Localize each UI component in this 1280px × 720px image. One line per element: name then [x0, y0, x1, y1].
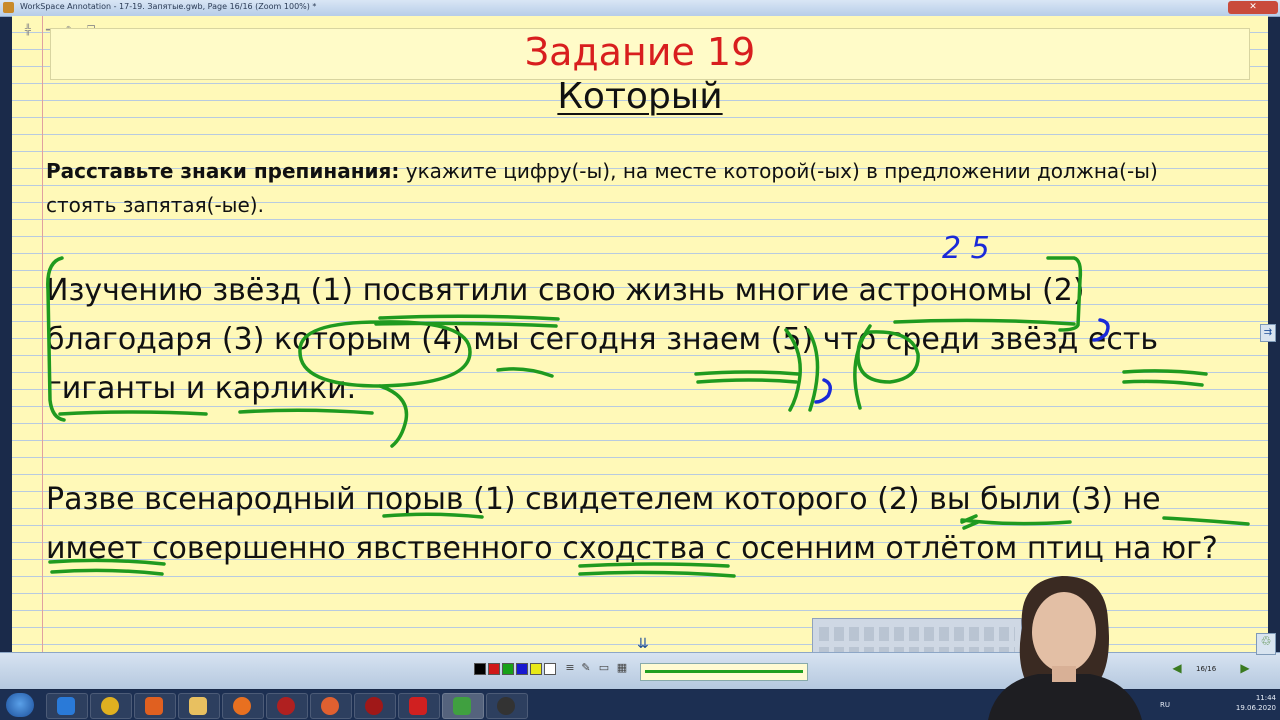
sentence-1-part: сегодня	[519, 322, 667, 357]
sentence-1-part: среди звёзд	[876, 322, 1088, 357]
grid-icon[interactable]: ▦	[616, 661, 628, 675]
taskbar-app-red-1[interactable]	[266, 693, 308, 719]
taskbar-app-firefox[interactable]	[222, 693, 264, 719]
clock-time: 11:44	[1255, 694, 1276, 702]
clock-date: 19.06.2020	[1235, 704, 1276, 712]
language-indicator[interactable]: RU	[1160, 701, 1170, 709]
taskbar-app-obs[interactable]	[486, 693, 528, 719]
sentence-1-part: (5)	[761, 322, 823, 357]
word-ne: не	[1122, 482, 1161, 517]
color-blue[interactable]	[516, 663, 528, 675]
line-width-icon[interactable]: ≡	[564, 661, 576, 675]
sentence-1-part: (4)	[411, 322, 474, 357]
expand-panel-icon[interactable]: ⇉	[1260, 324, 1276, 342]
task-title: Задание 19	[524, 30, 756, 74]
word-poryv: порыв	[365, 482, 464, 517]
word-est: есть	[1087, 322, 1159, 357]
pen-icon[interactable]: ✎	[580, 661, 592, 675]
color-red[interactable]	[488, 663, 500, 675]
presenter-neck	[1052, 666, 1076, 682]
sentence-2-part: совершенно явственного	[142, 531, 563, 566]
word-karliki: карлики	[214, 371, 347, 406]
close-button[interactable]: ✕	[1228, 1, 1278, 14]
sentence-1: Изучению звёзд (1) посвятили свою жизнь …	[46, 266, 1226, 413]
trash-icon[interactable]: ♲	[1256, 633, 1276, 655]
instruction-text: Расставьте знаки препинания: укажите циф…	[46, 154, 1166, 222]
window-title-bar: WorkSpace Annotation - 17-19. Запятые.gw…	[0, 0, 1280, 17]
word-imeet: имеет	[46, 531, 143, 566]
word-kotorym: которым	[273, 322, 412, 357]
sentence-2: Разве всенародный порыв (1) свидетелем к…	[46, 475, 1226, 573]
sentence-1-part: свою жизнь многие	[528, 273, 859, 308]
color-black[interactable]	[474, 663, 486, 675]
next-page-button[interactable]: ▶	[1238, 661, 1252, 675]
window-title: WorkSpace Annotation - 17-19. Запятые.gw…	[20, 2, 317, 11]
taskbar-app-pdf[interactable]	[398, 693, 440, 719]
taskbar-app-red-2[interactable]	[354, 693, 396, 719]
sentence-1-part: .	[346, 371, 357, 406]
presenter-face	[1032, 592, 1096, 672]
split-icon[interactable]: ⇊	[637, 636, 649, 652]
word-chto: что	[822, 322, 877, 357]
word-giganty: гиганты	[46, 371, 177, 406]
word-znaem: знаем	[666, 322, 762, 357]
word-my: мы	[473, 322, 520, 357]
sentence-1-part: и	[176, 371, 215, 406]
page-indicator: 16/16	[1196, 665, 1217, 673]
pen-preview	[640, 663, 808, 681]
sentence-2-part: (1) свидетелем которого (2)	[463, 482, 930, 517]
word-posvyatili: посвятили	[362, 273, 529, 308]
start-button[interactable]	[6, 693, 34, 717]
word-skhodstva: сходства	[562, 531, 706, 566]
color-white[interactable]	[544, 663, 556, 675]
taskbar-app-ie[interactable]	[46, 693, 88, 719]
pen-stroke-preview	[645, 670, 803, 673]
app-icon	[3, 2, 14, 13]
instruction-bold: Расставьте знаки препинания:	[46, 159, 400, 183]
presenter-webcam	[988, 576, 1142, 720]
word-astronomy: астрономы	[858, 273, 1033, 308]
color-yellow[interactable]	[530, 663, 542, 675]
taskbar-app-orange[interactable]	[310, 693, 352, 719]
sentence-2-part: (3)	[1060, 482, 1123, 517]
eraser-icon[interactable]: ▭	[598, 661, 610, 675]
clock[interactable]: 11:44 19.06.2020	[1236, 693, 1276, 713]
taskbar-app-chrome[interactable]	[90, 693, 132, 719]
color-green[interactable]	[502, 663, 514, 675]
sentence-2-part: Разве всенародный	[46, 482, 366, 517]
prev-page-button[interactable]: ◀	[1170, 661, 1184, 675]
taskbar-app-workspace[interactable]	[442, 693, 484, 719]
sentence-2-part: с осенним отлётом птиц на юг?	[705, 531, 1218, 566]
taskbar-app-explorer[interactable]	[178, 693, 220, 719]
sentence-1-part: Изучению звёзд (1)	[46, 273, 363, 308]
heading-text: Который	[557, 76, 723, 117]
taskbar-app-media[interactable]	[134, 693, 176, 719]
word-vy-byli: вы были	[929, 482, 1061, 517]
page-heading: Который	[0, 76, 1280, 117]
